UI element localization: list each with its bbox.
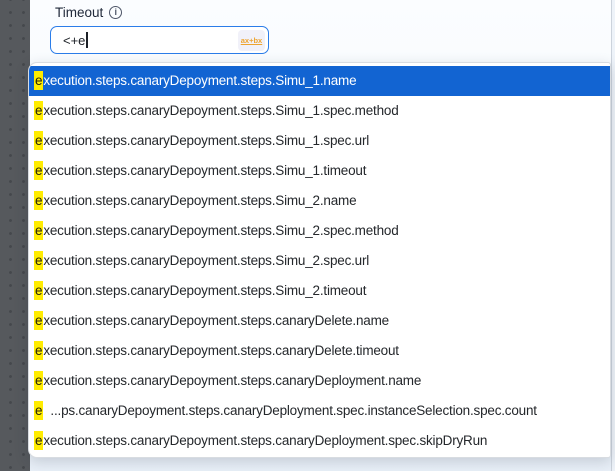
autocomplete-option[interactable]: execution.steps.canaryDepoyment.steps.Si… xyxy=(29,96,610,126)
option-text: ...ps.canaryDepoyment.steps.canaryDeploy… xyxy=(43,403,537,418)
info-icon[interactable]: i xyxy=(109,6,122,19)
timeout-input-value: <+e xyxy=(63,33,85,48)
option-text: xecution.steps.canaryDepoyment.steps.Sim… xyxy=(43,253,369,268)
option-text: xecution.steps.canaryDepoyment.steps.can… xyxy=(43,433,487,448)
match-highlight: e xyxy=(34,131,43,150)
option-text: xecution.steps.canaryDepoyment.steps.Sim… xyxy=(43,283,366,298)
autocomplete-option[interactable]: execution.steps.canaryDepoyment.steps.ca… xyxy=(29,336,610,366)
option-text: xecution.steps.canaryDepoyment.steps.Sim… xyxy=(43,73,356,88)
match-highlight: e xyxy=(34,161,43,180)
option-text: xecution.steps.canaryDepoyment.steps.Sim… xyxy=(43,223,398,238)
timeout-field-label: Timeout i xyxy=(55,5,122,20)
autocomplete-option[interactable]: execution.steps.canaryDepoyment.steps.Si… xyxy=(29,156,610,186)
match-highlight: e xyxy=(34,431,43,450)
option-text: xecution.steps.canaryDepoyment.steps.can… xyxy=(43,313,389,328)
text-cursor xyxy=(86,32,87,48)
autocomplete-dropdown: execution.steps.canaryDepoyment.steps.Si… xyxy=(28,62,611,458)
option-text: xecution.steps.canaryDepoyment.steps.can… xyxy=(43,373,421,388)
option-text: xecution.steps.canaryDepoyment.steps.Sim… xyxy=(43,193,356,208)
autocomplete-option[interactable]: execution.steps.canaryDepoyment.steps.Si… xyxy=(29,186,610,216)
autocomplete-option[interactable]: execution.steps.canaryDepoyment.steps.Si… xyxy=(29,126,610,156)
timeout-input[interactable]: <+e ax+bx xyxy=(50,26,269,54)
match-highlight: e xyxy=(34,191,43,210)
autocomplete-option[interactable]: e ...ps.canaryDepoyment.steps.canaryDepl… xyxy=(29,396,610,426)
match-highlight: e xyxy=(34,371,43,390)
autocomplete-option[interactable]: execution.steps.canaryDepoyment.steps.Si… xyxy=(29,246,610,276)
option-text: xecution.steps.canaryDepoyment.steps.Sim… xyxy=(43,163,366,178)
autocomplete-option[interactable]: execution.steps.canaryDepoyment.steps.ca… xyxy=(29,366,610,396)
match-highlight: e xyxy=(34,221,43,240)
match-highlight: e xyxy=(34,281,43,300)
match-highlight: e xyxy=(34,71,43,90)
expression-type-icon[interactable]: ax+bx xyxy=(238,30,265,51)
match-highlight: e xyxy=(34,101,43,120)
match-highlight: e xyxy=(34,311,43,330)
autocomplete-option[interactable]: execution.steps.canaryDepoyment.steps.ca… xyxy=(29,306,610,336)
pipeline-canvas xyxy=(0,0,30,471)
autocomplete-option[interactable]: execution.steps.canaryDepoyment.steps.Si… xyxy=(29,66,610,96)
option-text: xecution.steps.canaryDepoyment.steps.Sim… xyxy=(43,103,398,118)
option-text: xecution.steps.canaryDepoyment.steps.can… xyxy=(43,343,399,358)
autocomplete-option[interactable]: execution.steps.canaryDepoyment.steps.ca… xyxy=(29,426,610,456)
timeout-label-text: Timeout xyxy=(55,5,103,20)
option-text: xecution.steps.canaryDepoyment.steps.Sim… xyxy=(43,133,369,148)
match-highlight: e xyxy=(34,401,43,420)
autocomplete-option[interactable]: execution.steps.canaryDepoyment.steps.Si… xyxy=(29,276,610,306)
autocomplete-option[interactable]: execution.steps.canaryDepoyment.steps.Si… xyxy=(29,216,610,246)
match-highlight: e xyxy=(34,251,43,270)
match-highlight: e xyxy=(34,341,43,360)
